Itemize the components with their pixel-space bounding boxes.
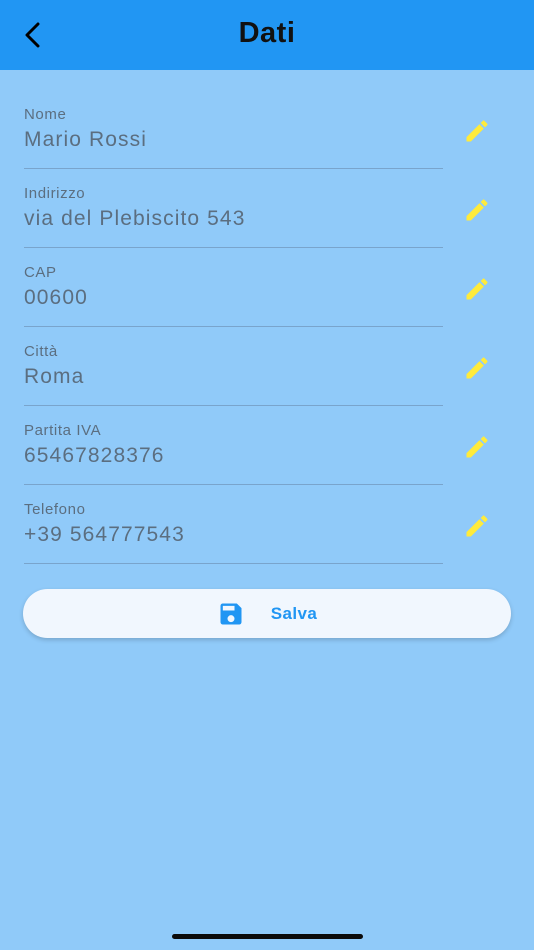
field-label: Telefono	[24, 501, 86, 518]
edit-partita-iva-button[interactable]	[458, 428, 496, 466]
field-row-cap: CAP 00600	[0, 248, 534, 327]
field-label: Città	[24, 343, 58, 360]
edit-telefono-button[interactable]	[458, 507, 496, 545]
field-row-indirizzo: Indirizzo via del Plebiscito 543	[0, 169, 534, 248]
field-text-telefono: Telefono +39 564777543	[24, 501, 443, 564]
field-row-telefono: Telefono +39 564777543	[0, 485, 534, 564]
floppy-disk-icon	[217, 600, 245, 628]
field-value: Mario Rossi	[24, 128, 147, 151]
edit-indirizzo-button[interactable]	[458, 191, 496, 229]
field-value: +39 564777543	[24, 523, 185, 546]
edit-nome-button[interactable]	[458, 112, 496, 150]
field-text-indirizzo: Indirizzo via del Plebiscito 543	[24, 185, 443, 248]
field-label: Indirizzo	[24, 185, 86, 202]
pencil-icon	[466, 120, 488, 142]
pencil-icon	[466, 515, 488, 537]
field-label: CAP	[24, 264, 57, 281]
field-row-nome: Nome Mario Rossi	[0, 90, 534, 169]
save-button[interactable]: Salva	[23, 589, 511, 638]
home-indicator	[172, 934, 363, 939]
field-label: Nome	[24, 106, 67, 123]
pencil-icon	[466, 199, 488, 221]
field-value: Roma	[24, 365, 85, 388]
field-value: via del Plebiscito 543	[24, 207, 246, 230]
app-bar: Dati	[0, 0, 534, 70]
field-value: 00600	[24, 286, 88, 309]
field-text-cap: CAP 00600	[24, 264, 443, 327]
field-row-citta: Città Roma	[0, 327, 534, 406]
field-text-partita-iva: Partita IVA 65467828376	[24, 422, 443, 485]
field-value: 65467828376	[24, 444, 165, 467]
pencil-icon	[466, 357, 488, 379]
edit-citta-button[interactable]	[458, 349, 496, 387]
field-text-nome: Nome Mario Rossi	[24, 106, 443, 169]
field-text-citta: Città Roma	[24, 343, 443, 406]
pencil-icon	[466, 436, 488, 458]
field-row-partita-iva: Partita IVA 65467828376	[0, 406, 534, 485]
edit-cap-button[interactable]	[458, 270, 496, 308]
field-list: Nome Mario Rossi Indirizzo via del Plebi…	[0, 90, 534, 564]
save-button-label: Salva	[270, 603, 318, 623]
pencil-icon	[466, 278, 488, 300]
field-label: Partita IVA	[24, 422, 102, 439]
page-title: Dati	[238, 17, 296, 49]
